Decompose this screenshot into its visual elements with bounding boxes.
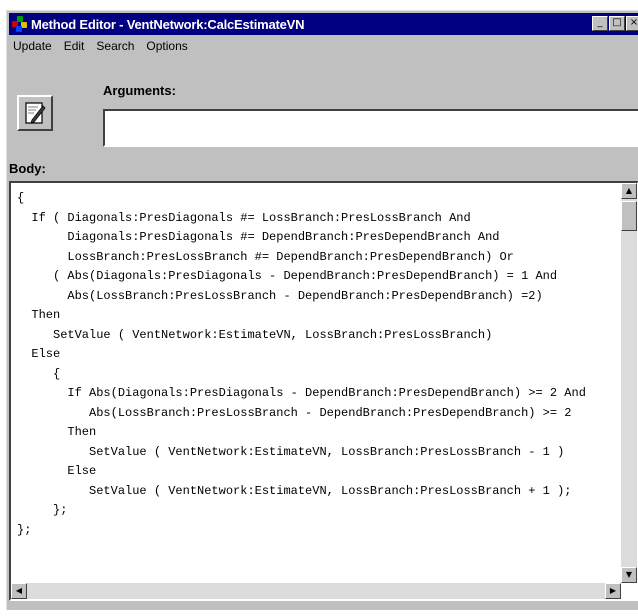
edit-notepad-button[interactable] (17, 95, 53, 131)
menu-options[interactable]: Options (146, 39, 187, 53)
scroll-down-button[interactable]: ▼ (621, 567, 637, 583)
scroll-right-button[interactable]: ▶ (605, 583, 621, 599)
menu-update[interactable]: Update (13, 39, 52, 53)
window-title: Method Editor - VentNetwork:CalcEstimate… (31, 16, 305, 32)
maximize-button[interactable]: □ (609, 16, 625, 31)
title-bar[interactable]: Method Editor - VentNetwork:CalcEstimate… (9, 13, 638, 35)
menu-search[interactable]: Search (96, 39, 134, 53)
arguments-input[interactable] (103, 109, 638, 147)
scroll-up-button[interactable]: ▲ (621, 183, 637, 199)
method-editor-window: Method Editor - VentNetwork:CalcEstimate… (6, 10, 638, 610)
window-controls: _ □ × (591, 16, 638, 31)
body-label: Body: (9, 161, 46, 176)
close-button[interactable]: × (626, 16, 638, 31)
body-editor[interactable]: { If ( Diagonals:PresDiagonals #= LossBr… (9, 181, 638, 601)
horizontal-scrollbar[interactable]: ◀ ▶ (11, 583, 621, 599)
minimize-button[interactable]: _ (592, 16, 608, 31)
menu-bar: Update Edit Search Options (13, 39, 188, 53)
vertical-scroll-thumb[interactable] (621, 201, 637, 231)
arguments-label: Arguments: (103, 83, 176, 98)
scroll-left-button[interactable]: ◀ (11, 583, 27, 599)
vertical-scrollbar[interactable]: ▲ ▼ (621, 183, 637, 583)
menu-edit[interactable]: Edit (64, 39, 85, 53)
method-body-code[interactable]: { If ( Diagonals:PresDiagonals #= LossBr… (11, 189, 623, 581)
notepad-pencil-icon (25, 102, 46, 124)
app-icon (12, 16, 28, 32)
